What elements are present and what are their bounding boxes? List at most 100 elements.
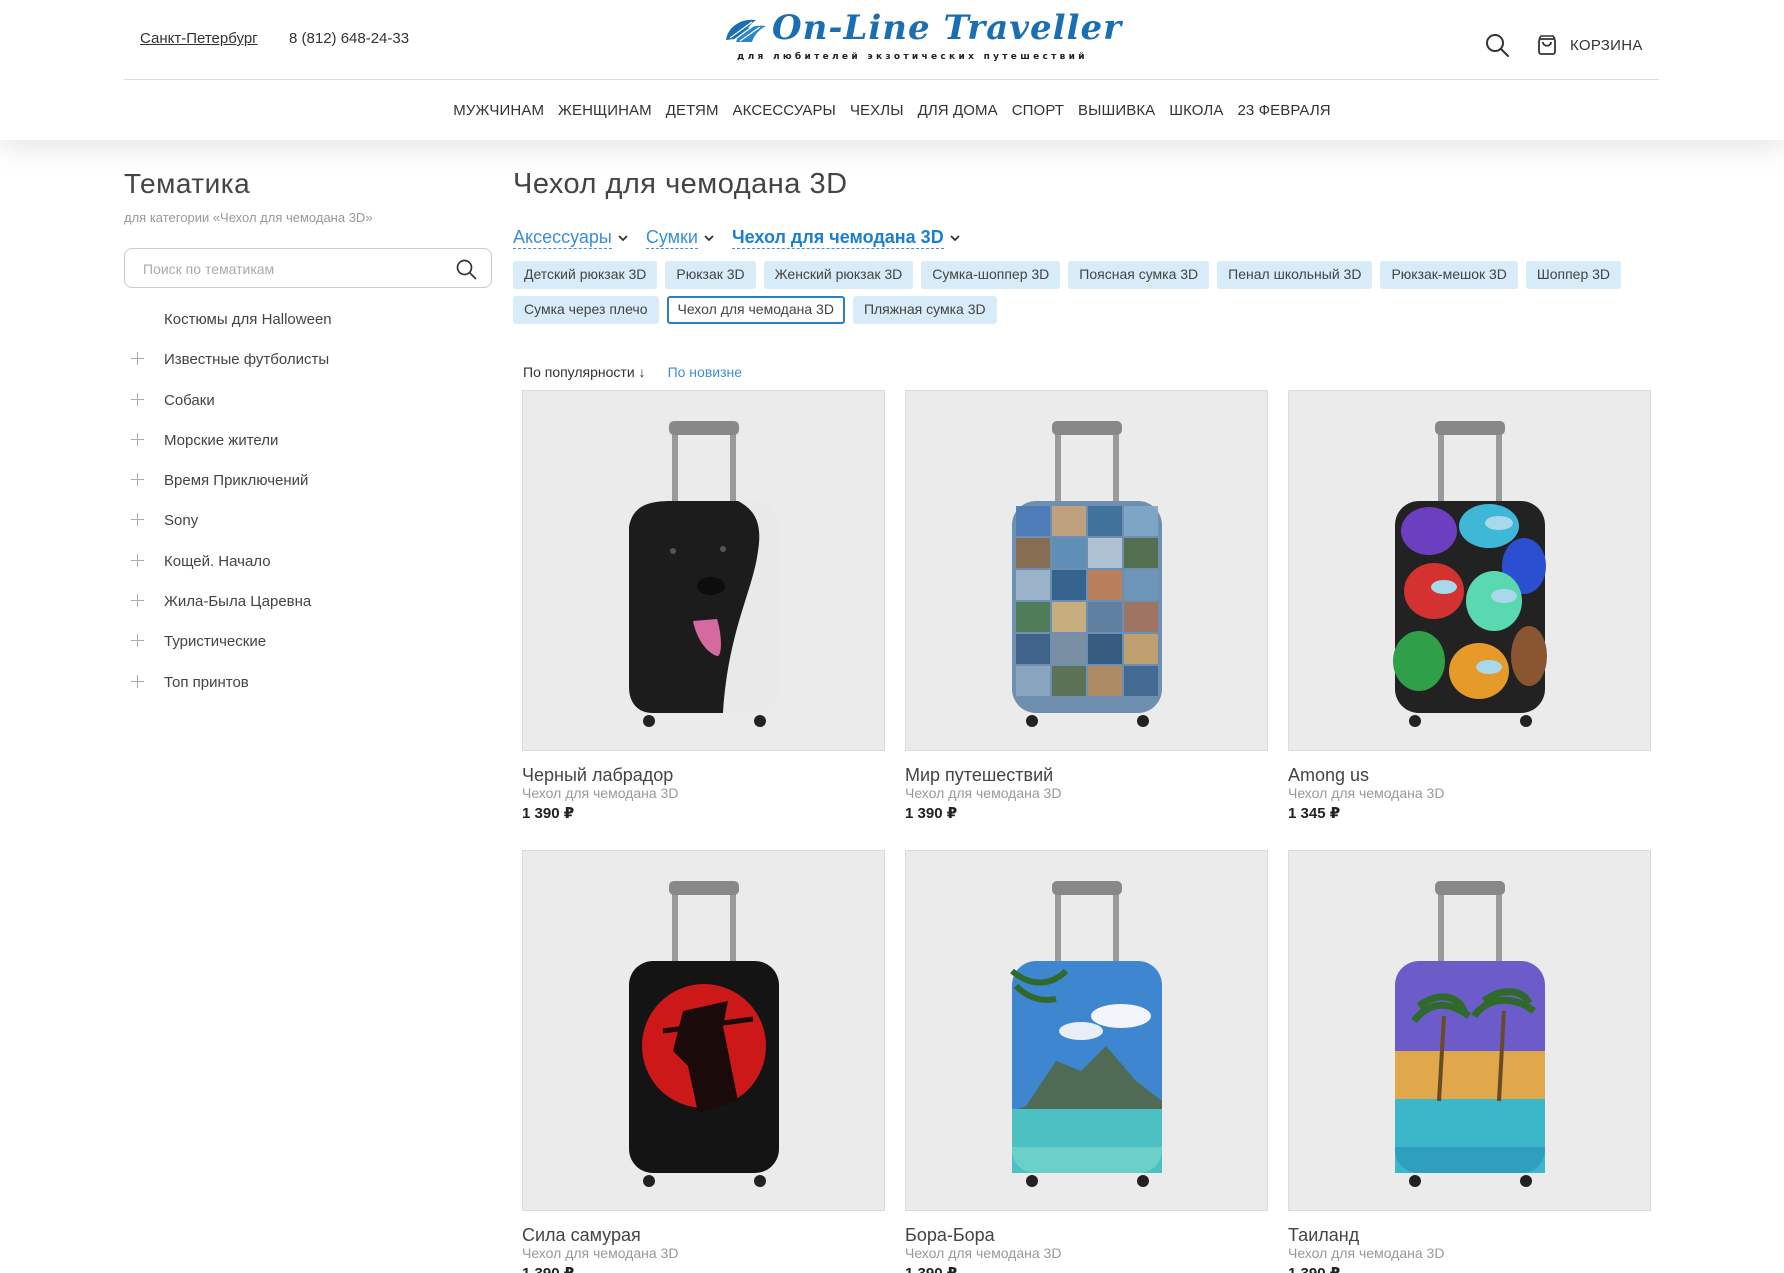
sort-controls: По популярности ↓ По новизне [523,364,1653,380]
product-category: Чехол для чемодана 3D [1288,1245,1445,1261]
catalog-main: Чехол для чемодана 3D Аксессуары Сумки Ч… [513,168,1653,380]
theme-item-label: Жила-Была Царевна [164,593,312,611]
nav-item-women[interactable]: ЖЕНЩИНАМ [558,102,652,119]
theme-item-sea-creatures[interactable]: Морские жители [124,431,494,471]
nav-item-accessories[interactable]: АКСЕССУАРЫ [733,102,836,119]
sort-newest[interactable]: По новизне [668,364,742,380]
product-image[interactable] [1288,850,1651,1211]
product-card[interactable]: Сила самурая Чехол для чемодана 3D 1 390… [522,850,885,1273]
sort-popularity-label: По популярности [523,364,635,380]
product-price: 1 390 ₽ [1288,1264,1651,1273]
theme-item-label: Туристические [164,633,267,651]
expand-plus-icon[interactable] [131,513,145,527]
product-image[interactable] [905,850,1268,1211]
tag-shoulder-bag[interactable]: Сумка через плечо [513,296,659,324]
product-image[interactable] [905,390,1268,751]
suitcase-bora-bora-image [1010,881,1162,1187]
tag-drawstring-bag[interactable]: Рюкзак-мешок 3D [1380,261,1518,289]
theme-list: Костюмы для Halloween Известные футболис… [124,310,494,713]
tag-backpack[interactable]: Рюкзак 3D [665,261,756,289]
tag-shopper[interactable]: Шоппер 3D [1525,261,1622,289]
tag-suitcase-cover[interactable]: Чехол для чемодана 3D [666,296,845,324]
breadcrumb-suitcase-cover[interactable]: Чехол для чемодана 3D [731,227,960,249]
expand-plus-icon[interactable] [131,674,145,689]
theme-item-tsarevna[interactable]: Жила-Была Царевна [124,592,494,632]
breadcrumb-label: Чехол для чемодана 3D [731,227,944,249]
product-card[interactable]: Мир путешествий Чехол для чемодана 3D 1 … [905,390,1268,822]
expand-plus-icon[interactable] [131,594,145,608]
theme-item-dogs[interactable]: Собаки [124,391,494,431]
product-name[interactable]: Черный лабрадор [522,765,885,785]
search-icon[interactable] [455,258,477,280]
chevron-down-icon [704,235,714,242]
breadcrumb-label: Сумки [645,227,698,249]
nav-item-kids[interactable]: ДЕТЯМ [666,102,719,119]
expand-plus-icon[interactable] [131,634,145,648]
nav-item-home[interactable]: ДЛЯ ДОМА [918,102,998,119]
cart-label: КОРЗИНА [1570,36,1643,54]
main-navigation: МУЖЧИНАМ ЖЕНЩИНАМ ДЕТЯМ АКСЕССУАРЫ ЧЕХЛЫ… [0,80,1784,140]
chevron-down-icon [618,235,628,242]
theme-search-input[interactable] [143,259,433,279]
product-image[interactable] [522,390,885,751]
site-header: Санкт-Петербург 8 (812) 648-24-33 On-Lin… [0,0,1784,140]
product-card[interactable]: Черный лабрадор Чехол для чемодана 3D 1 … [522,390,885,822]
nav-item-sport[interactable]: СПОРТ [1012,102,1064,119]
product-name[interactable]: Сила самурая [522,1225,885,1245]
product-category: Чехол для чемодана 3D [905,785,1062,801]
theme-item-adventure-time[interactable]: Время Приключений [124,471,494,511]
product-category: Чехол для чемодана 3D [905,1245,1062,1261]
theme-item-label: Костюмы для Halloween [164,311,332,328]
suitcase-travel-collage-image [1012,421,1162,727]
logo-shell-icon [726,19,766,42]
theme-item-tourist[interactable]: Туристические [124,632,494,672]
tag-waist-bag[interactable]: Поясная сумка 3D [1068,261,1210,289]
tag-beach-bag[interactable]: Пляжная сумка 3D [852,296,997,324]
expand-plus-icon[interactable] [131,432,145,447]
city-selector[interactable]: Санкт-Петербург [140,30,258,47]
product-card[interactable]: Бора-Бора Чехол для чемодана 3D 1 390 ₽ [905,850,1268,1273]
phone-number[interactable]: 8 (812) 648-24-33 [289,30,409,47]
expand-plus-icon[interactable] [131,392,145,407]
nav-item-school[interactable]: ШКОЛА [1169,102,1223,119]
nav-item-men[interactable]: МУЖЧИНАМ [453,102,544,119]
breadcrumb-label: Аксессуары [513,227,612,249]
cart-button[interactable]: КОРЗИНА [1536,32,1643,58]
nav-item-feb23[interactable]: 23 ФЕВРАЛЯ [1237,102,1330,119]
theme-item-koschei[interactable]: Кощей. Начало [124,552,494,592]
expand-plus-icon[interactable] [131,352,145,366]
product-name[interactable]: Among us [1288,765,1651,785]
shopping-bag-icon [1538,35,1556,55]
theme-item-top-prints[interactable]: Топ принтов [124,673,494,713]
product-name[interactable]: Мир путешествий [905,765,1268,785]
nav-item-cases[interactable]: ЧЕХЛЫ [850,102,904,119]
theme-item-halloween[interactable]: Костюмы для Halloween [124,310,494,350]
product-name[interactable]: Бора-Бора [905,1225,1268,1245]
tag-women-backpack[interactable]: Женский рюкзак 3D [763,261,914,289]
theme-item-footballers[interactable]: Известные футболисты [124,350,494,390]
product-card[interactable]: Таиланд Чехол для чемодана 3D 1 390 ₽ [1288,850,1651,1273]
tag-shopper-bag[interactable]: Сумка-шоппер 3D [921,261,1061,289]
suitcase-labrador-image [629,421,779,727]
breadcrumb-accessories[interactable]: Аксессуары [513,227,628,249]
expand-plus-icon[interactable] [131,553,145,568]
product-name[interactable]: Таиланд [1288,1225,1651,1245]
product-price: 1 390 ₽ [905,1264,1268,1273]
product-price: 1 390 ₽ [522,1264,885,1273]
tag-pencil-case[interactable]: Пенал школьный 3D [1217,261,1373,289]
suitcase-among-us-image [1393,421,1547,727]
site-logo[interactable]: On-Line Traveller для любителей экзотиче… [722,8,1121,70]
product-image[interactable] [522,850,885,1211]
nav-item-embroidery[interactable]: ВЫШИВКА [1078,102,1155,119]
product-card[interactable]: Among us Чехол для чемодана 3D 1 345 ₽ [1288,390,1651,822]
breadcrumb-bags[interactable]: Сумки [645,227,714,249]
expand-plus-icon[interactable] [131,473,145,487]
product-price: 1 345 ₽ [1288,805,1341,822]
product-image[interactable] [1288,390,1651,751]
theme-item-sony[interactable]: Sony [124,511,494,551]
tag-kids-backpack[interactable]: Детский рюкзак 3D [513,261,658,289]
product-category: Чехол для чемодана 3D [522,785,679,801]
subcategory-tags: Детский рюкзак 3D Рюкзак 3D Женский рюкз… [513,261,1653,331]
search-icon[interactable] [1484,32,1510,58]
sort-popularity[interactable]: По популярности ↓ [523,364,646,380]
